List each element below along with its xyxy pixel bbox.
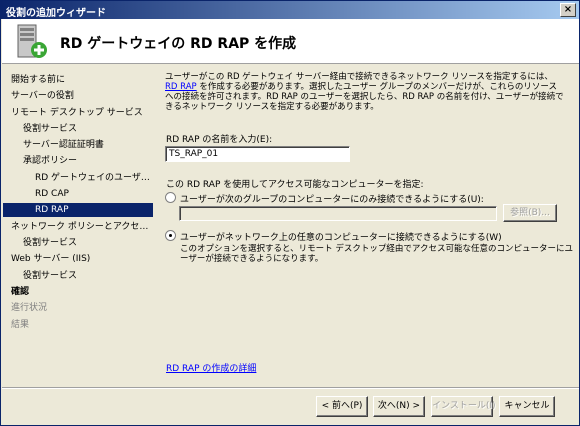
close-button[interactable]: ×	[560, 3, 576, 17]
nav-item-server-auth-certificate[interactable]: サーバー認証証明書	[23, 138, 151, 152]
rap-details-link[interactable]: RD RAP の作成の詳細	[166, 361, 256, 374]
nav-item-remote-desktop-services[interactable]: リモート デスクトップ サービス	[11, 106, 151, 120]
browse-button: 参照(B)...	[503, 204, 557, 222]
next-button[interactable]: 次へ(N) >	[373, 396, 425, 417]
nav-item-rd-gateway-user-groups[interactable]: RD ゲートウェイのユーザー グループ	[35, 171, 151, 185]
option-group-label[interactable]: ユーザーが次のグループのコンピューターにのみ接続できるようにする(U):	[180, 192, 484, 205]
wizard-window: 役割の追加ウィザード × RD ゲートウェイの RD RAP を作成 開始する前…	[0, 0, 580, 426]
nav-item-rd-cap[interactable]: RD CAP	[35, 187, 151, 201]
rd-rap-link[interactable]: RD RAP	[165, 82, 197, 92]
window-title: 役割の追加ウィザード	[6, 8, 106, 19]
computers-label: この RD RAP を使用してアクセス可能なコンピューターを指定:	[166, 180, 424, 190]
cancel-button[interactable]: キャンセル	[499, 396, 555, 417]
nav-item-npas[interactable]: ネットワーク ポリシーとアクセス サービス	[11, 220, 151, 234]
server-add-icon	[17, 24, 47, 58]
option-any-note: このオプションを選択すると、リモート デスクトップ経由でアクセス可能な任意のコン…	[180, 244, 573, 264]
radio-any-computer[interactable]	[165, 230, 176, 241]
wizard-content: ユーザーがこの RD ゲートウェイ サーバー経由で接続できるネットワーク リソー…	[158, 65, 579, 387]
nav-item-web-server[interactable]: Web サーバー (IIS)	[11, 252, 151, 266]
option-any-label[interactable]: ユーザーがネットワーク上の任意のコンピューターに接続できるようにする(W)	[180, 230, 502, 243]
install-button: インストール(I)	[431, 396, 496, 417]
nav-item-npas-role-services[interactable]: 役割サービス	[23, 236, 151, 250]
footer-separator	[2, 387, 579, 389]
nav-item-rd-rap[interactable]: RD RAP	[3, 203, 153, 217]
description-part-1: ユーザーがこの RD ゲートウェイ サーバー経由で接続できるネットワーク リソー…	[165, 72, 553, 82]
nav-item-role-services[interactable]: 役割サービス	[23, 122, 151, 136]
radio-group-computers[interactable]	[165, 192, 176, 203]
rap-name-label: RD RAP の名前を入力(E):	[166, 135, 273, 145]
nav-item-results: 結果	[11, 320, 30, 330]
nav-item-authorization-policies[interactable]: 承認ポリシー	[23, 154, 151, 168]
nav-item-server-roles[interactable]: サーバーの役割	[11, 89, 151, 103]
back-button[interactable]: < 前へ(P)	[316, 396, 368, 417]
wizard-header: RD ゲートウェイの RD RAP を作成	[2, 19, 579, 64]
nav-item-before-you-begin[interactable]: 開始する前に	[11, 73, 151, 87]
wizard-nav: 開始する前に サーバーの役割 リモート デスクトップ サービス 役割サービス サ…	[2, 65, 156, 405]
rap-name-input[interactable]: TS_RAP_01	[165, 146, 350, 162]
computer-group-input	[179, 206, 497, 221]
close-icon: ×	[563, 4, 573, 15]
description-part-2: を作成する必要があります。選択したユーザー グループのメンバーだけが、これらのリ…	[165, 82, 564, 112]
nav-item-web-role-services[interactable]: 役割サービス	[23, 269, 151, 283]
title-bar: 役割の追加ウィザード ×	[1, 1, 579, 19]
description-text: ユーザーがこの RD ゲートウェイ サーバー経由で接続できるネットワーク リソー…	[165, 72, 565, 112]
nav-item-progress: 進行状況	[11, 303, 48, 313]
page-title: RD ゲートウェイの RD RAP を作成	[60, 36, 297, 52]
nav-item-confirmation[interactable]: 確認	[11, 285, 151, 299]
